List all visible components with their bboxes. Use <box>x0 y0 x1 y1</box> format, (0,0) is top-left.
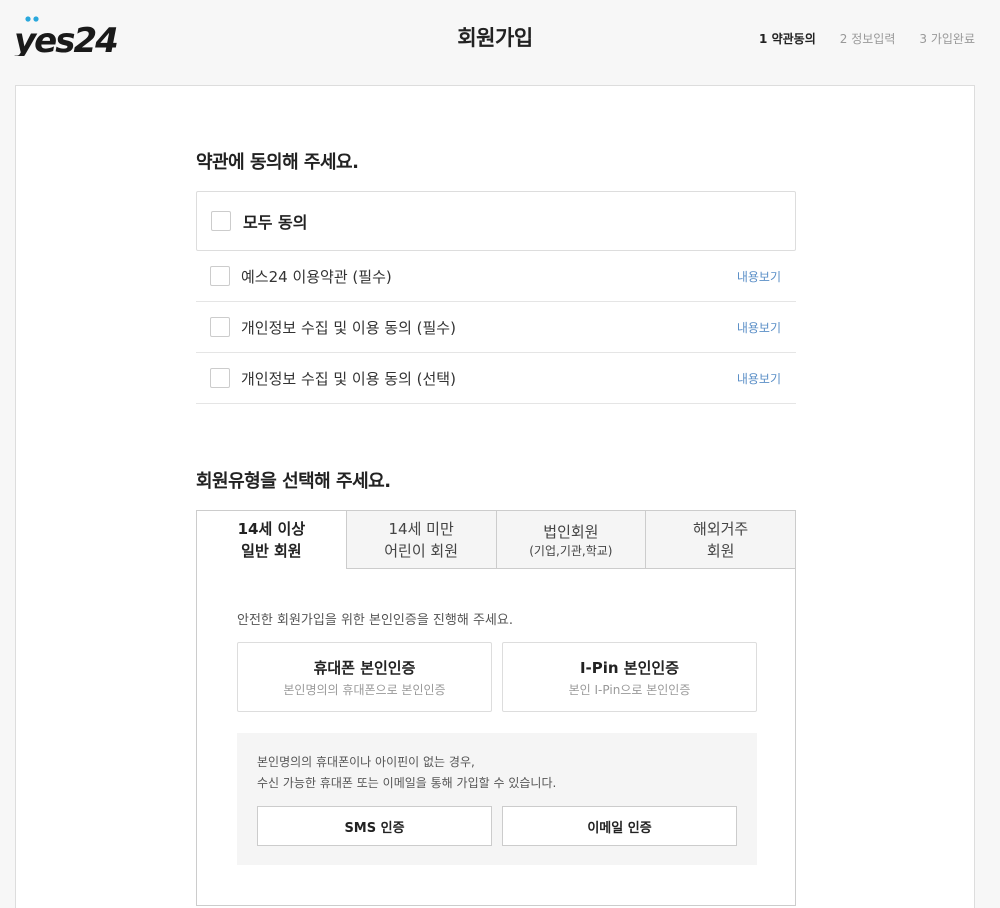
step-3: 3 가입완료 <box>919 32 975 46</box>
phone-auth-sub: 본인명의의 휴대폰으로 본인인증 <box>283 682 446 697</box>
view-terms-link[interactable]: 내용보기 <box>737 319 781 336</box>
tab-line: 어린이 회원 <box>384 541 459 560</box>
all-agree-checkbox[interactable] <box>211 211 231 231</box>
term-checkbox[interactable] <box>210 266 230 286</box>
ipin-auth-button[interactable]: I-Pin 본인인증 본인 I-Pin으로 본인인증 <box>502 642 757 712</box>
sms-auth-button[interactable]: SMS 인증 <box>257 806 492 846</box>
tab-child-member[interactable]: 14세 미만 어린이 회원 <box>346 510 497 569</box>
tab-line: 14세 미만 <box>388 519 454 538</box>
tab-line: 회원 <box>706 541 735 560</box>
alt-desc-line: 수신 가능한 휴대폰 또는 이메일을 통해 가입할 수 있습니다. <box>257 776 557 790</box>
tab-corporate-member[interactable]: 법인회원 (기업,기관,학교) <box>496 510 647 569</box>
all-agree-label: 모두 동의 <box>243 213 308 232</box>
phone-auth-button[interactable]: 휴대폰 본인인증 본인명의의 휴대폰으로 본인인증 <box>237 642 492 712</box>
auth-intro-text: 안전한 회원가입을 위한 본인인증을 진행해 주세요. <box>237 613 513 628</box>
view-terms-link[interactable]: 내용보기 <box>737 268 781 285</box>
term-label[interactable]: 예스24 이용약관 (필수) <box>241 266 737 287</box>
step-indicator: 1 약관동의 2 정보입력 3 가입완료 <box>759 30 975 47</box>
tab-overseas-member[interactable]: 해외거주 회원 <box>646 510 796 569</box>
tab-line: 해외거주 <box>693 519 749 538</box>
all-agree-row[interactable]: 모두 동의 <box>196 191 796 251</box>
step-2: 2 정보입력 <box>839 32 896 46</box>
alternative-auth-desc: 본인명의의 휴대폰이나 아이핀이 없는 경우, 수신 가능한 휴대폰 또는 이메… <box>257 752 556 794</box>
ipin-auth-sub: 본인 I-Pin으로 본인인증 <box>568 682 691 697</box>
tab-line: 일반 회원 <box>241 542 302 560</box>
tab-sub: (기업,기관,학교) <box>529 543 613 558</box>
email-auth-button[interactable]: 이메일 인증 <box>502 806 737 846</box>
alternative-auth-box: 본인명의의 휴대폰이나 아이핀이 없는 경우, 수신 가능한 휴대폰 또는 이메… <box>237 733 757 865</box>
member-type-tabs: 14세 이상 일반 회원 14세 미만 어린이 회원 법인회원 (기업,기관,학… <box>196 510 796 569</box>
phone-auth-title: 휴대폰 본인인증 <box>313 658 416 677</box>
term-item-service: 예스24 이용약관 (필수) 내용보기 <box>196 251 796 302</box>
general-member-panel: 안전한 회원가입을 위한 본인인증을 진행해 주세요. 휴대폰 본인인증 본인명… <box>196 568 796 906</box>
signup-container: 약관에 동의해 주세요. 모두 동의 예스24 이용약관 (필수) 내용보기 개… <box>15 85 975 908</box>
alt-desc-line: 본인명의의 휴대폰이나 아이핀이 없는 경우, <box>257 755 475 769</box>
tab-line: 법인회원 <box>543 522 599 541</box>
header: yes24 회원가입 1 약관동의 2 정보입력 3 가입완료 <box>0 0 1000 86</box>
term-item-privacy-required: 개인정보 수집 및 이용 동의 (필수) 내용보기 <box>196 302 796 353</box>
term-checkbox[interactable] <box>210 317 230 337</box>
term-item-privacy-optional: 개인정보 수집 및 이용 동의 (선택) 내용보기 <box>196 353 796 404</box>
step-1: 1 약관동의 <box>759 32 816 46</box>
tab-general-member[interactable]: 14세 이상 일반 회원 <box>196 510 347 569</box>
member-type-title: 회원유형을 선택해 주세요. <box>196 471 391 492</box>
tab-line: 14세 이상 <box>237 520 306 538</box>
ipin-auth-title: I-Pin 본인인증 <box>579 658 680 677</box>
term-checkbox[interactable] <box>210 368 230 388</box>
terms-title: 약관에 동의해 주세요. <box>196 152 359 173</box>
term-list: 예스24 이용약관 (필수) 내용보기 개인정보 수집 및 이용 동의 (필수)… <box>196 251 796 404</box>
term-label[interactable]: 개인정보 수집 및 이용 동의 (필수) <box>241 317 737 338</box>
term-label[interactable]: 개인정보 수집 및 이용 동의 (선택) <box>241 368 737 389</box>
view-terms-link[interactable]: 내용보기 <box>737 370 781 387</box>
